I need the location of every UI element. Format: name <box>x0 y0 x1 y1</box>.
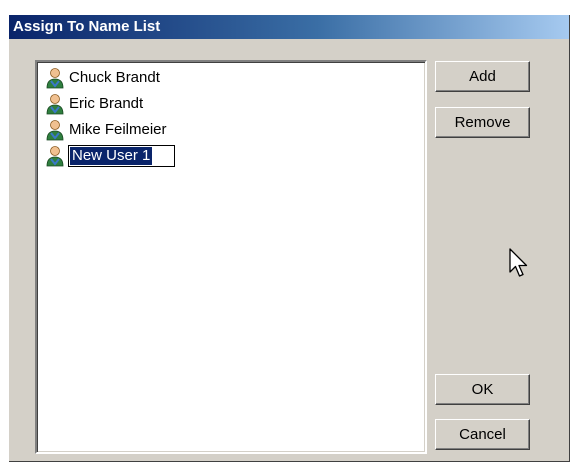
add-button[interactable]: Add <box>435 61 530 92</box>
title-bar[interactable]: Assign To Name List <box>9 15 569 39</box>
user-icon <box>45 119 65 141</box>
assign-name-list-dialog: Assign To Name List Chuck Brandt Eric Br… <box>9 15 570 462</box>
dialog-title: Assign To Name List <box>13 18 161 35</box>
list-item-label: Mike Feilmeier <box>69 121 167 138</box>
cancel-button[interactable]: Cancel <box>435 419 530 450</box>
user-icon <box>45 93 65 115</box>
name-listbox[interactable]: Chuck Brandt Eric Brandt Mike Feilmeier … <box>35 60 427 454</box>
list-item-label: Eric Brandt <box>69 95 144 112</box>
user-icon <box>45 145 65 167</box>
ok-button[interactable]: OK <box>435 374 530 405</box>
list-item-label: Chuck Brandt <box>69 69 160 86</box>
rename-field-selected-text: New User 1 <box>70 147 153 165</box>
mouse-pointer-icon <box>509 248 529 285</box>
list-item[interactable]: Chuck Brandt <box>45 66 160 90</box>
remove-button[interactable]: Remove <box>435 107 530 138</box>
rename-field[interactable]: New User 1 <box>68 145 175 167</box>
user-icon <box>45 67 65 89</box>
list-item-editing[interactable]: New User 1 <box>45 144 175 168</box>
list-item[interactable]: Mike Feilmeier <box>45 118 167 142</box>
list-item[interactable]: Eric Brandt <box>45 92 143 116</box>
